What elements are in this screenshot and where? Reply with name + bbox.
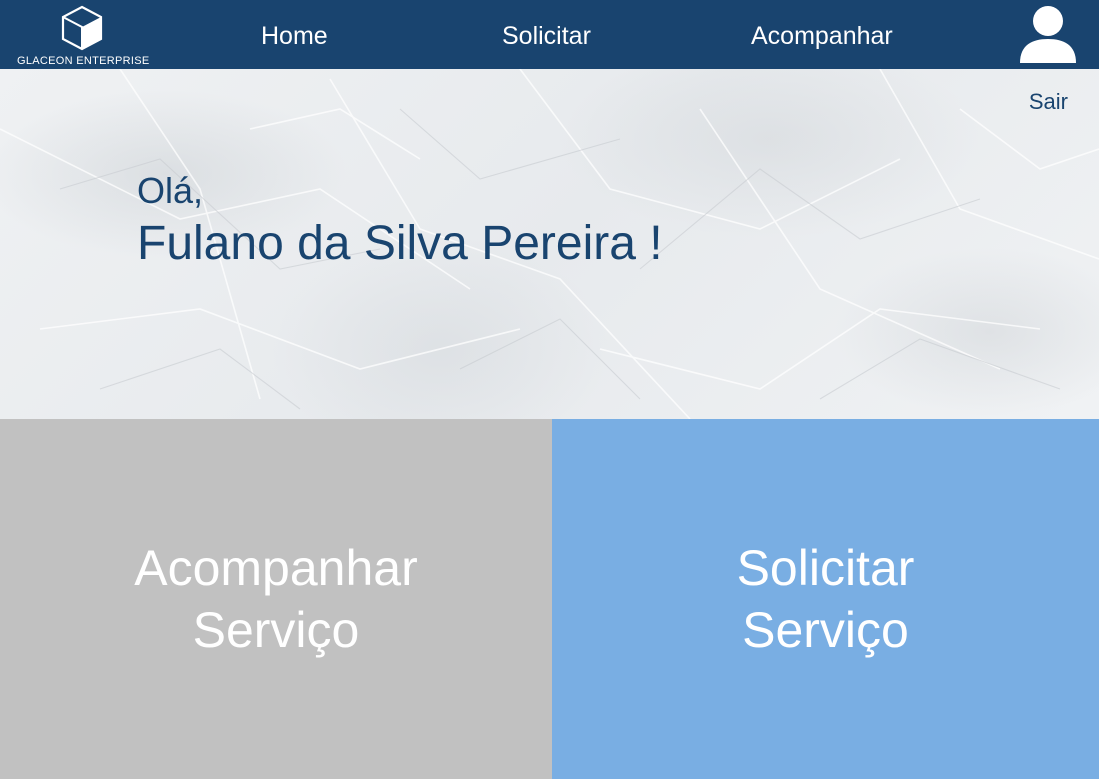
request-service-line2: Serviço [742, 602, 909, 658]
user-avatar-button[interactable] [1016, 3, 1080, 65]
welcome-banner: Sair Olá, Fulano da Silva Pereira ! [0, 69, 1099, 419]
nav-acompanhar-link[interactable]: Acompanhar [751, 20, 893, 52]
cube-logo-icon [61, 5, 103, 51]
request-service-line1: Solicitar [736, 540, 915, 596]
greeting-text: Olá, [137, 170, 204, 211]
nav-home-link[interactable]: Home [261, 20, 328, 52]
request-service-tile[interactable]: Solicitar Serviço [552, 419, 1099, 779]
logout-link[interactable]: Sair [1029, 89, 1068, 115]
logo-text: GLACEON ENTERPRISE [17, 55, 150, 67]
track-service-tile[interactable]: Acompanhar Serviço [0, 419, 552, 779]
user-icon [1020, 6, 1076, 63]
track-service-line1: Acompanhar [134, 540, 418, 596]
nav-solicitar-link[interactable]: Solicitar [502, 20, 591, 52]
track-service-line2: Serviço [192, 602, 360, 658]
user-name-heading: Fulano da Silva Pereira ! [137, 217, 663, 270]
top-navigation-bar: GLACEON ENTERPRISE Home Solicitar Acompa… [0, 0, 1099, 69]
request-service-label: Solicitar Serviço [737, 537, 915, 661]
track-service-label: Acompanhar Serviço [134, 537, 418, 661]
company-logo[interactable]: GLACEON ENTERPRISE [14, 5, 160, 67]
